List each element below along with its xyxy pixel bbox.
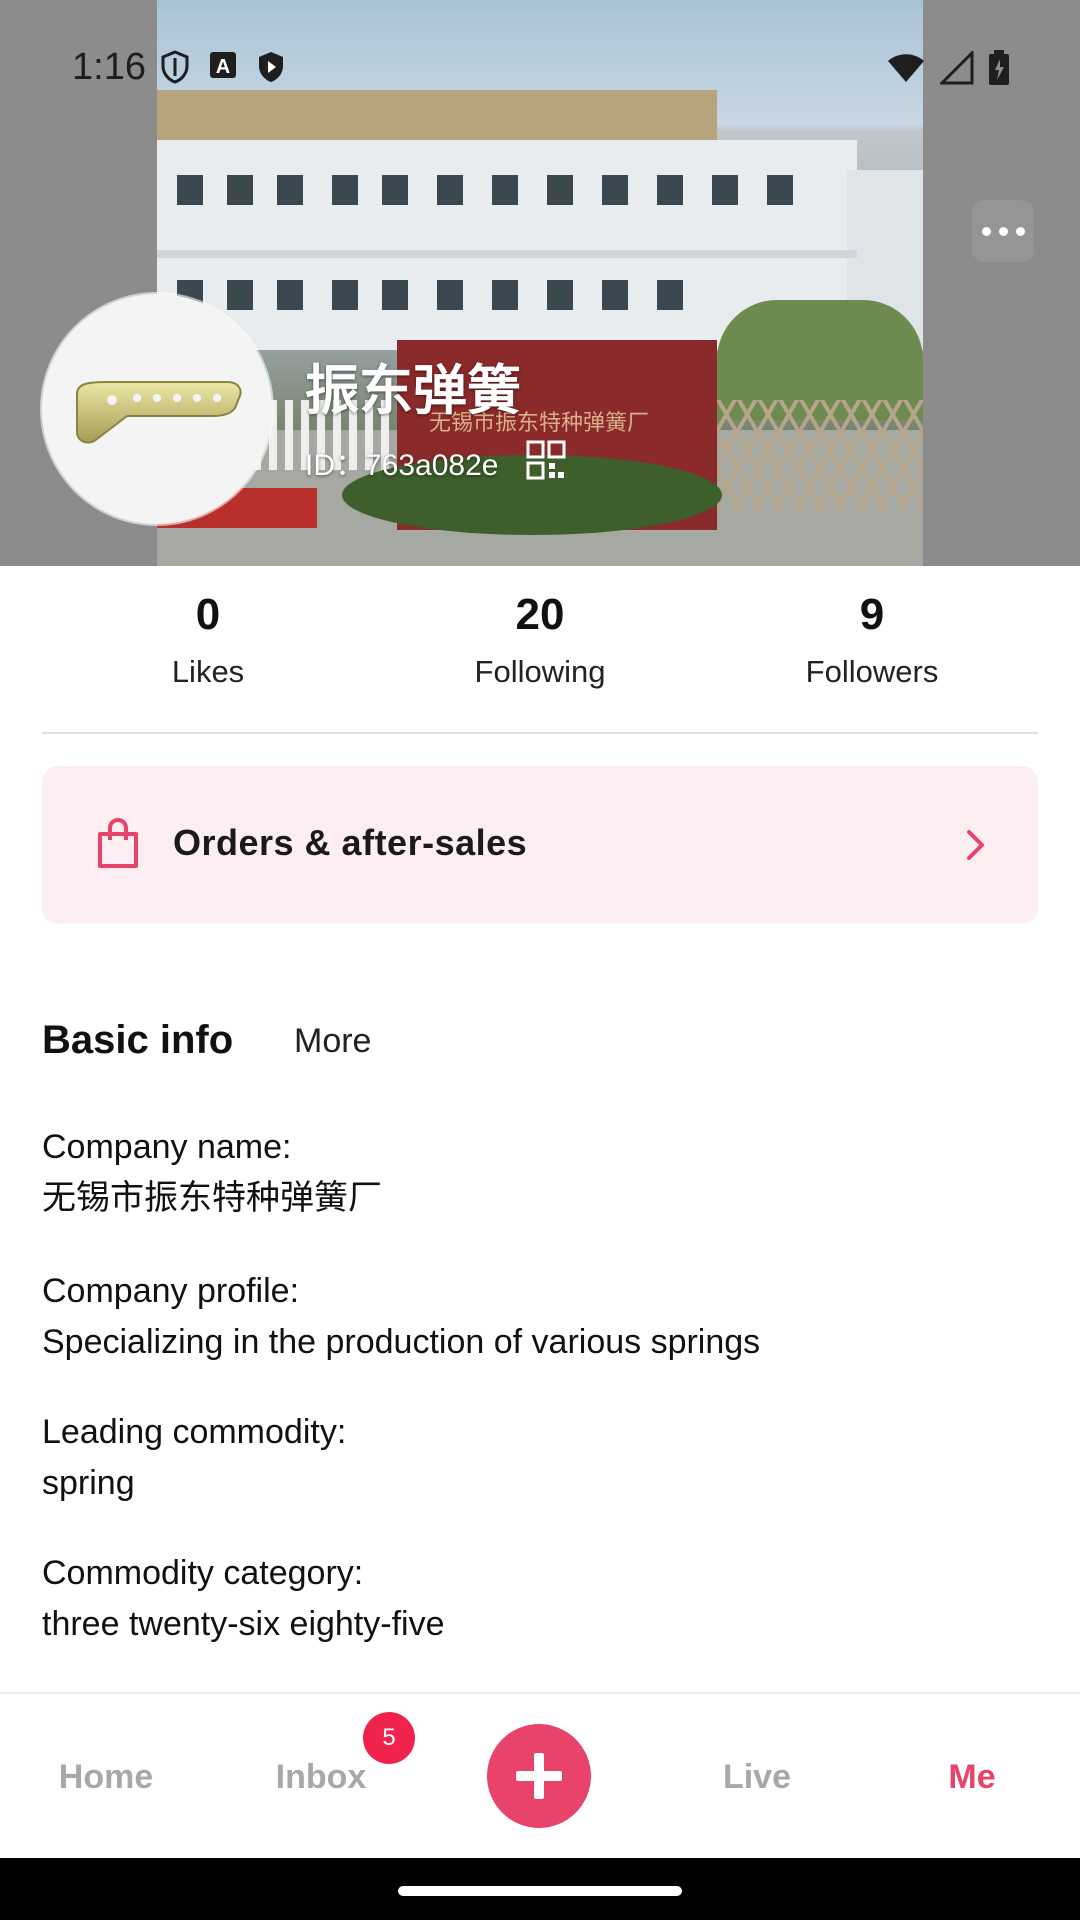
stat-likes-label: Likes (171, 654, 245, 689)
font-a-icon: A (210, 52, 236, 78)
home-gesture-handle[interactable] (398, 1886, 682, 1896)
info-value: three twenty-six eighty-five (42, 1605, 445, 1643)
shopping-bag-icon (98, 818, 138, 868)
stat-likes-value: 0 (195, 590, 221, 639)
orders-after-sales-button[interactable]: Orders & after-sales (42, 766, 1038, 924)
inbox-badge: 5 (363, 1712, 415, 1764)
chevron-right-icon (967, 830, 984, 860)
profile-header: 无锡市振东特种弹簧厂 1:16 A 振东弹簧 ID：763a082e (0, 0, 1080, 566)
profile-name: 振东弹簧 (305, 359, 521, 422)
profile-id-value: 763a082e (365, 449, 499, 482)
avatar[interactable] (42, 294, 272, 524)
info-commodity-category: Commodity category: three twenty-six eig… (42, 1548, 1022, 1650)
battery-icon (989, 50, 1009, 85)
stat-likes[interactable]: 0 Likes (78, 590, 338, 690)
tab-basic-info[interactable]: Basic info (42, 1018, 233, 1063)
stat-following[interactable]: 20 Following (410, 590, 670, 690)
wifi-icon (888, 54, 924, 82)
stat-followers-label: Followers (805, 654, 939, 689)
info-key: Leading commodity: (42, 1413, 347, 1451)
status-bar: 1:16 A (0, 0, 1080, 130)
info-company-profile: Company profile: Specializing in the pro… (42, 1266, 1022, 1368)
info-value: spring (42, 1464, 135, 1502)
info-key: Company profile: (42, 1272, 300, 1310)
qr-code-icon[interactable] (526, 440, 566, 480)
stat-followers[interactable]: 9 Followers (742, 590, 1002, 690)
info-value: 无锡市振东特种弹簧厂 (42, 1179, 382, 1217)
nav-me[interactable]: Me (872, 1758, 1072, 1797)
orders-label: Orders & after-sales (173, 822, 528, 863)
spring-plate-image (76, 381, 242, 444)
plus-icon (516, 1753, 562, 1799)
play-shield-icon (259, 52, 283, 82)
nav-live[interactable]: Live (657, 1758, 857, 1797)
stats-divider (42, 732, 1038, 734)
profile-id[interactable]: ID：763a082e (305, 440, 498, 484)
more-dots-icon (981, 226, 991, 236)
stat-followers-value: 9 (859, 590, 885, 639)
svg-text:A: A (216, 56, 230, 78)
signal-icon (940, 51, 974, 85)
profile-stats: 0 Likes 20 Following 9 Followers (0, 566, 1080, 732)
stat-following-label: Following (474, 654, 606, 689)
system-navigation-bar (0, 1858, 1080, 1920)
profile-id-label: ID： (305, 449, 365, 482)
info-key: Commodity category: (42, 1554, 364, 1592)
info-company-name: Company name: 无锡市振东特种弹簧厂 (42, 1122, 1022, 1224)
info-key: Company name: (42, 1128, 292, 1166)
tab-more[interactable]: More (294, 1022, 371, 1061)
info-leading-commodity: Leading commodity: spring (42, 1407, 1022, 1509)
bottom-nav: Home Inbox 5 Live Me (0, 1692, 1080, 1860)
create-post-button[interactable] (487, 1724, 591, 1828)
status-time: 1:16 (72, 46, 146, 88)
more-options-button[interactable] (972, 200, 1034, 262)
stat-following-value: 20 (515, 590, 565, 639)
info-value: Specializing in the production of variou… (42, 1323, 761, 1361)
shield-icon (161, 50, 189, 84)
nav-home[interactable]: Home (6, 1758, 206, 1797)
